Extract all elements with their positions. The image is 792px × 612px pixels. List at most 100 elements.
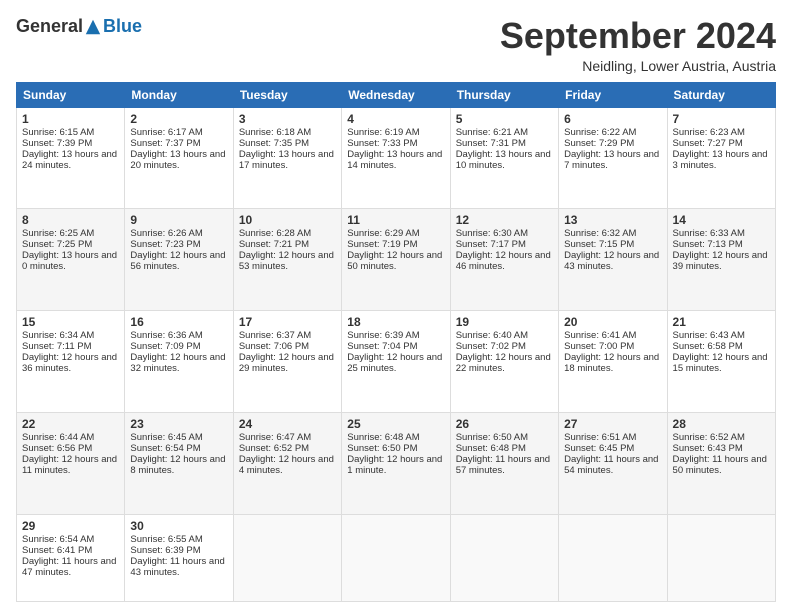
day-number: 9	[130, 213, 227, 227]
table-row: 24Sunrise: 6:47 AMSunset: 6:52 PMDayligh…	[233, 413, 341, 515]
day-number: 28	[673, 417, 770, 431]
day-number: 12	[456, 213, 553, 227]
day-number: 6	[564, 112, 661, 126]
table-row: 22Sunrise: 6:44 AMSunset: 6:56 PMDayligh…	[17, 413, 125, 515]
sunset-text: Sunset: 6:58 PM	[673, 341, 743, 352]
page: General Blue September 2024 Neidling, Lo…	[0, 0, 792, 612]
sunset-text: Sunset: 7:04 PM	[347, 341, 417, 352]
day-number: 5	[456, 112, 553, 126]
sunset-text: Sunset: 6:41 PM	[22, 545, 92, 556]
sunset-text: Sunset: 6:52 PM	[239, 443, 309, 454]
day-number: 13	[564, 213, 661, 227]
sunset-text: Sunset: 7:00 PM	[564, 341, 634, 352]
sunset-text: Sunset: 7:13 PM	[673, 239, 743, 250]
header: General Blue September 2024 Neidling, Lo…	[16, 16, 776, 74]
sunset-text: Sunset: 7:25 PM	[22, 239, 92, 250]
sunrise-text: Sunrise: 6:29 AM	[347, 228, 419, 239]
sunset-text: Sunset: 7:11 PM	[22, 341, 92, 352]
daylight-text: Daylight: 13 hours and 10 minutes.	[456, 149, 551, 171]
table-row	[450, 515, 558, 602]
sunrise-text: Sunrise: 6:45 AM	[130, 432, 202, 443]
day-number: 3	[239, 112, 336, 126]
day-number: 10	[239, 213, 336, 227]
daylight-text: Daylight: 12 hours and 25 minutes.	[347, 352, 442, 374]
calendar-header-row: Sunday Monday Tuesday Wednesday Thursday…	[17, 82, 776, 107]
sunrise-text: Sunrise: 6:52 AM	[673, 432, 745, 443]
logo: General Blue	[16, 16, 142, 37]
table-row	[667, 515, 775, 602]
day-number: 18	[347, 315, 444, 329]
daylight-text: Daylight: 12 hours and 43 minutes.	[564, 250, 659, 272]
sunrise-text: Sunrise: 6:36 AM	[130, 330, 202, 341]
day-number: 29	[22, 519, 119, 533]
calendar-week-2: 8Sunrise: 6:25 AMSunset: 7:25 PMDaylight…	[17, 209, 776, 311]
daylight-text: Daylight: 12 hours and 8 minutes.	[130, 454, 225, 476]
sunset-text: Sunset: 7:39 PM	[22, 138, 92, 149]
daylight-text: Daylight: 12 hours and 22 minutes.	[456, 352, 551, 374]
daylight-text: Daylight: 11 hours and 47 minutes.	[22, 556, 116, 578]
day-number: 24	[239, 417, 336, 431]
table-row: 16Sunrise: 6:36 AMSunset: 7:09 PMDayligh…	[125, 311, 233, 413]
table-row: 27Sunrise: 6:51 AMSunset: 6:45 PMDayligh…	[559, 413, 667, 515]
daylight-text: Daylight: 12 hours and 4 minutes.	[239, 454, 334, 476]
daylight-text: Daylight: 11 hours and 57 minutes.	[456, 454, 550, 476]
table-row: 23Sunrise: 6:45 AMSunset: 6:54 PMDayligh…	[125, 413, 233, 515]
day-number: 7	[673, 112, 770, 126]
col-thursday: Thursday	[450, 82, 558, 107]
table-row: 4Sunrise: 6:19 AMSunset: 7:33 PMDaylight…	[342, 107, 450, 209]
table-row: 8Sunrise: 6:25 AMSunset: 7:25 PMDaylight…	[17, 209, 125, 311]
daylight-text: Daylight: 12 hours and 39 minutes.	[673, 250, 768, 272]
daylight-text: Daylight: 13 hours and 17 minutes.	[239, 149, 334, 171]
sunset-text: Sunset: 7:02 PM	[456, 341, 526, 352]
sunrise-text: Sunrise: 6:51 AM	[564, 432, 636, 443]
sunset-text: Sunset: 6:48 PM	[456, 443, 526, 454]
location-title: Neidling, Lower Austria, Austria	[500, 58, 776, 74]
day-number: 22	[22, 417, 119, 431]
day-number: 19	[456, 315, 553, 329]
daylight-text: Daylight: 13 hours and 3 minutes.	[673, 149, 768, 171]
sunrise-text: Sunrise: 6:41 AM	[564, 330, 636, 341]
daylight-text: Daylight: 12 hours and 18 minutes.	[564, 352, 659, 374]
table-row: 10Sunrise: 6:28 AMSunset: 7:21 PMDayligh…	[233, 209, 341, 311]
logo-icon	[84, 18, 102, 36]
sunrise-text: Sunrise: 6:43 AM	[673, 330, 745, 341]
daylight-text: Daylight: 11 hours and 50 minutes.	[673, 454, 767, 476]
col-saturday: Saturday	[667, 82, 775, 107]
sunset-text: Sunset: 7:33 PM	[347, 138, 417, 149]
sunrise-text: Sunrise: 6:28 AM	[239, 228, 311, 239]
sunset-text: Sunset: 7:06 PM	[239, 341, 309, 352]
sunrise-text: Sunrise: 6:19 AM	[347, 127, 419, 138]
day-number: 14	[673, 213, 770, 227]
daylight-text: Daylight: 12 hours and 32 minutes.	[130, 352, 225, 374]
sunset-text: Sunset: 7:35 PM	[239, 138, 309, 149]
title-block: September 2024 Neidling, Lower Austria, …	[500, 16, 776, 74]
day-number: 30	[130, 519, 227, 533]
sunrise-text: Sunrise: 6:37 AM	[239, 330, 311, 341]
sunset-text: Sunset: 7:23 PM	[130, 239, 200, 250]
table-row: 3Sunrise: 6:18 AMSunset: 7:35 PMDaylight…	[233, 107, 341, 209]
calendar-week-1: 1Sunrise: 6:15 AMSunset: 7:39 PMDaylight…	[17, 107, 776, 209]
sunset-text: Sunset: 7:21 PM	[239, 239, 309, 250]
table-row: 29Sunrise: 6:54 AMSunset: 6:41 PMDayligh…	[17, 515, 125, 602]
daylight-text: Daylight: 11 hours and 54 minutes.	[564, 454, 658, 476]
table-row: 28Sunrise: 6:52 AMSunset: 6:43 PMDayligh…	[667, 413, 775, 515]
table-row: 11Sunrise: 6:29 AMSunset: 7:19 PMDayligh…	[342, 209, 450, 311]
table-row: 18Sunrise: 6:39 AMSunset: 7:04 PMDayligh…	[342, 311, 450, 413]
table-row: 1Sunrise: 6:15 AMSunset: 7:39 PMDaylight…	[17, 107, 125, 209]
table-row: 25Sunrise: 6:48 AMSunset: 6:50 PMDayligh…	[342, 413, 450, 515]
month-title: September 2024	[500, 16, 776, 56]
sunset-text: Sunset: 6:56 PM	[22, 443, 92, 454]
col-friday: Friday	[559, 82, 667, 107]
table-row: 14Sunrise: 6:33 AMSunset: 7:13 PMDayligh…	[667, 209, 775, 311]
table-row: 5Sunrise: 6:21 AMSunset: 7:31 PMDaylight…	[450, 107, 558, 209]
day-number: 23	[130, 417, 227, 431]
sunrise-text: Sunrise: 6:30 AM	[456, 228, 528, 239]
calendar-week-3: 15Sunrise: 6:34 AMSunset: 7:11 PMDayligh…	[17, 311, 776, 413]
sunrise-text: Sunrise: 6:33 AM	[673, 228, 745, 239]
sunset-text: Sunset: 6:43 PM	[673, 443, 743, 454]
day-number: 8	[22, 213, 119, 227]
sunset-text: Sunset: 6:50 PM	[347, 443, 417, 454]
table-row: 12Sunrise: 6:30 AMSunset: 7:17 PMDayligh…	[450, 209, 558, 311]
table-row: 17Sunrise: 6:37 AMSunset: 7:06 PMDayligh…	[233, 311, 341, 413]
logo-blue-text: Blue	[103, 16, 142, 37]
